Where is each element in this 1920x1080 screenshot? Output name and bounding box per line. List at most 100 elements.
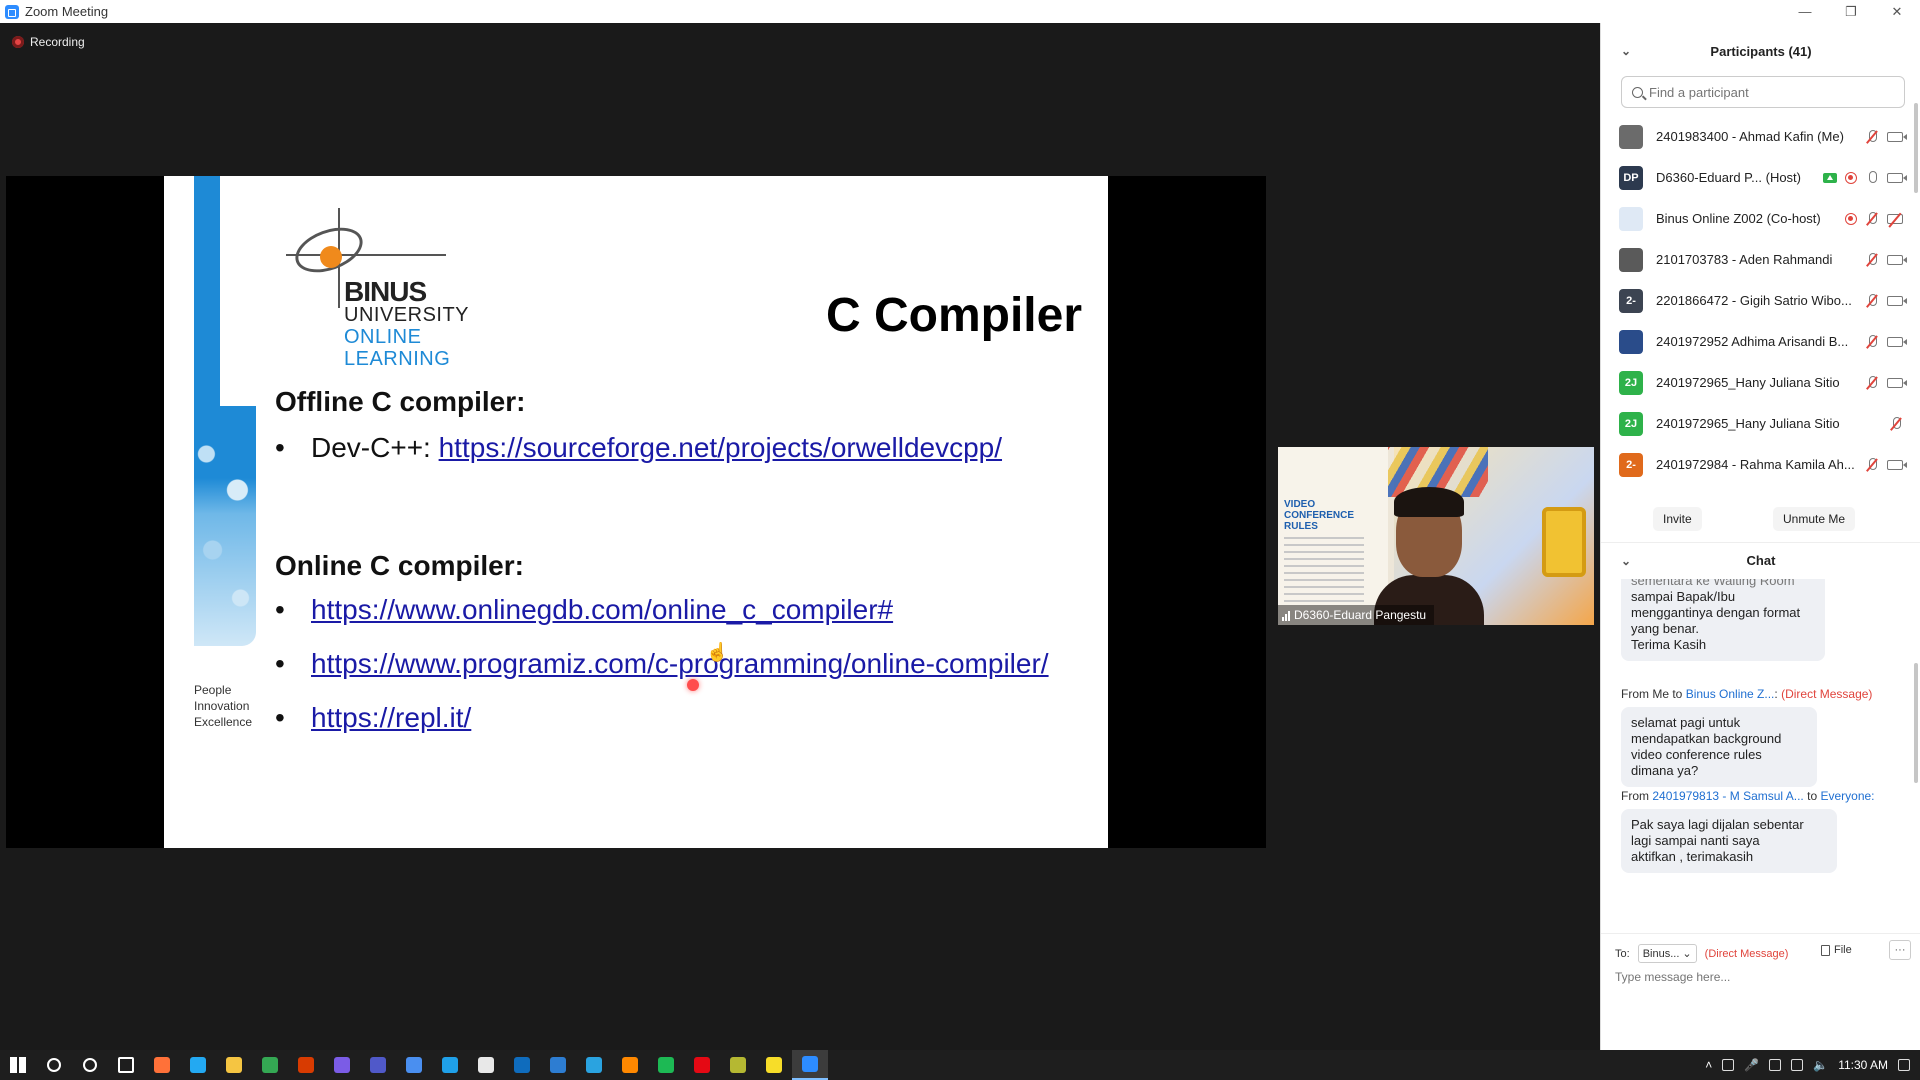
programiz-link[interactable]: https://www.programiz.com/c-programming/… [311, 648, 1049, 680]
participant-row[interactable]: 2- 2401972984 - Rahma Kamila Ah... [1601, 444, 1920, 485]
microphone-muted-icon [1865, 293, 1879, 308]
speaker-video[interactable]: VIDEO CONFERENCE RULES D6360-Eduard Pang… [1278, 447, 1594, 625]
file-button[interactable]: File [1821, 944, 1852, 956]
chat-recipient-select[interactable]: Binus... ⌄ [1637, 944, 1697, 963]
taskbar-store-icon[interactable] [468, 1050, 504, 1080]
microphone-icon [1865, 170, 1879, 185]
participant-status-icons [1865, 293, 1907, 308]
collapse-participants-icon[interactable]: ⌄ [1621, 44, 1631, 58]
unmute-me-button[interactable]: Unmute Me [1773, 507, 1856, 531]
participant-name: 2401972965_Hany Juliana Sitio [1656, 375, 1840, 390]
taskbar-cortana-icon[interactable] [72, 1050, 108, 1080]
avatar [1619, 329, 1643, 354]
tray-chevron-icon[interactable]: ˄ [1705, 1058, 1712, 1072]
chat-messages[interactable]: sementara ke Waiting Room sampai Bapak/I… [1601, 579, 1920, 879]
avatar: 2- [1619, 288, 1643, 313]
recording-indicator[interactable]: Recording [12, 35, 85, 49]
chat-footer: To: Binus... ⌄ (Direct Message) File ··· [1601, 933, 1920, 993]
taskbar-netflix-icon[interactable] [684, 1050, 720, 1080]
notifications-icon[interactable] [1898, 1059, 1910, 1071]
participant-row[interactable]: DP D6360-Eduard P... (Host) [1601, 157, 1920, 198]
participant-search-input[interactable] [1649, 84, 1889, 100]
close-button[interactable]: ✕ [1874, 0, 1920, 23]
chat-sender-link[interactable]: 2401979813 - M Samsul A... [1652, 789, 1803, 803]
taskbar-search-icon[interactable] [36, 1050, 72, 1080]
taskbar-zoom-icon[interactable] [792, 1050, 828, 1080]
tray-app-icon[interactable] [1722, 1059, 1735, 1071]
taskbar-app-blue-icon[interactable] [396, 1050, 432, 1080]
participant-row[interactable]: 2J 2401972965_Hany Juliana Sitio [1601, 403, 1920, 444]
chat-header: ⌄ Chat [1601, 542, 1920, 578]
network-icon[interactable] [1769, 1059, 1782, 1071]
binus-logo: BINUS UNIVERSITY ONLINE LEARNING [286, 208, 470, 378]
devcpp-link[interactable]: https://sourceforge.net/projects/orwelld… [439, 432, 1002, 464]
title-bar: Zoom Meeting — ❐ ✕ [0, 0, 1920, 23]
taskbar-app-green-icon[interactable] [720, 1050, 756, 1080]
taskbar-mail-icon[interactable] [540, 1050, 576, 1080]
participant-row[interactable]: 2101703783 - Aden Rahmandi [1601, 239, 1920, 280]
microphone-muted-icon [1865, 211, 1879, 226]
participant-status-icons [1865, 457, 1907, 472]
recording-icon [1845, 171, 1857, 184]
logo-university: UNIVERSITY [344, 304, 470, 326]
taskbar-windows-start-icon[interactable] [0, 1050, 36, 1080]
search-icon [1632, 86, 1643, 98]
chat-message-2: Pak saya lagi dijalan sebentar lagi samp… [1621, 809, 1837, 873]
participant-row[interactable]: 2- 2201866472 - Gigih Satrio Wibo... [1601, 280, 1920, 321]
participant-row[interactable]: 2J 2401972965_Hany Juliana Sitio [1601, 362, 1920, 403]
taskbar-apps [0, 1050, 828, 1080]
slide-blue-bar [194, 176, 220, 406]
avatar: 2J [1619, 370, 1643, 395]
invite-button[interactable]: Invite [1653, 507, 1702, 531]
chat-message-0: sementara ke Waiting Room sampai Bapak/I… [1621, 579, 1825, 661]
participant-row[interactable]: Binus Online Z002 (Co-host) [1601, 198, 1920, 239]
hand-cursor-icon: ☝ [706, 642, 729, 662]
taskbar-outlook-icon[interactable] [504, 1050, 540, 1080]
volume-icon[interactable]: 🔈 [1813, 1058, 1828, 1072]
chat-everyone-link[interactable]: Everyone: [1820, 789, 1874, 803]
participant-row[interactable]: 2401983400 - Ahmad Kafin (Me) [1601, 116, 1920, 157]
participant-status-icons [1865, 334, 1907, 349]
taskbar-spotify-icon[interactable] [648, 1050, 684, 1080]
recording-icon [1845, 212, 1857, 225]
onlinegdb-link[interactable]: https://www.onlinegdb.com/online_c_compi… [311, 594, 893, 626]
restore-button[interactable]: ❐ [1828, 0, 1874, 23]
participant-search[interactable] [1621, 76, 1905, 108]
collapse-chat-icon[interactable]: ⌄ [1621, 554, 1631, 568]
chat-scrollbar[interactable] [1914, 663, 1918, 783]
replit-link[interactable]: https://repl.it/ [311, 702, 471, 734]
camera-off-icon [1887, 213, 1903, 224]
taskbar-task-view-icon[interactable] [108, 1050, 144, 1080]
taskbar-vscode-icon[interactable] [180, 1050, 216, 1080]
taskbar-office-icon[interactable] [288, 1050, 324, 1080]
zoom-app-icon [5, 4, 19, 19]
taskbar-vlc-icon[interactable] [612, 1050, 648, 1080]
chat-message-1: selamat pagi untuk mendapatkan backgroun… [1621, 707, 1817, 787]
taskbar-chrome-icon[interactable] [252, 1050, 288, 1080]
taskbar-edge-icon[interactable] [432, 1050, 468, 1080]
microphone-muted-icon [1865, 334, 1879, 349]
more-options-button[interactable]: ··· [1889, 940, 1911, 960]
taskbar-app-purple-icon[interactable] [324, 1050, 360, 1080]
microphone-icon[interactable]: 🎤 [1744, 1058, 1759, 1072]
online-item-replit: • https://repl.it/ [275, 702, 472, 734]
chat-recipient-link[interactable]: Binus Online Z... [1686, 687, 1775, 701]
chat-from-line-1: From Me to Binus Online Z...: (Direct Me… [1621, 687, 1873, 701]
participant-row[interactable]: 2401972952 Adhima Arisandi B... [1601, 321, 1920, 362]
participants-scrollbar[interactable] [1914, 103, 1918, 193]
battery-icon[interactable] [1791, 1059, 1804, 1071]
chat-message-input[interactable] [1615, 970, 1905, 984]
taskbar-file-explorer-icon[interactable] [216, 1050, 252, 1080]
taskbar-telegram-icon[interactable] [576, 1050, 612, 1080]
clock[interactable]: 11:30 AM [1838, 1058, 1888, 1072]
minimize-button[interactable]: — [1782, 0, 1828, 23]
window-title: Zoom Meeting [25, 4, 109, 19]
microphone-muted-icon [1889, 416, 1903, 431]
taskbar-sticky-notes-icon[interactable] [756, 1050, 792, 1080]
microphone-muted-icon [1865, 252, 1879, 267]
taskbar-teams-icon[interactable] [360, 1050, 396, 1080]
taskbar-firefox-icon[interactable] [144, 1050, 180, 1080]
participant-name: 2401983400 - Ahmad Kafin (Me) [1656, 129, 1844, 144]
avatar: 2- [1619, 452, 1643, 477]
slide-title: C Compiler [825, 289, 1082, 342]
